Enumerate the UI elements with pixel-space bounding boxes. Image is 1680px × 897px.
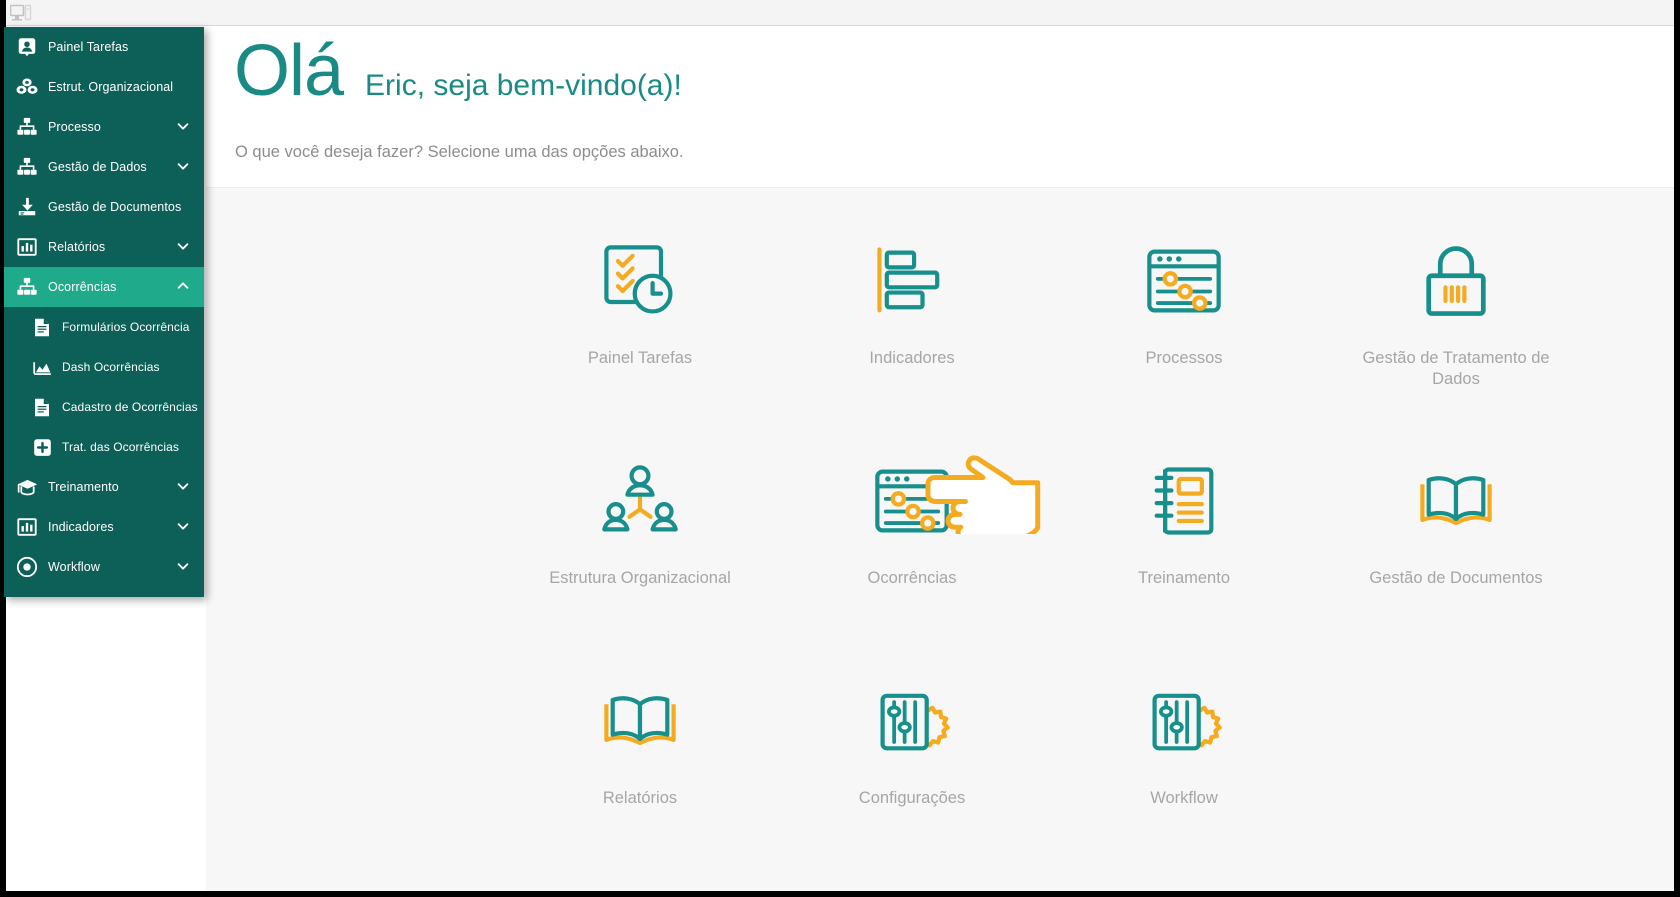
chevron-down-icon[interactable] xyxy=(176,479,196,496)
horizontal-bar-chart-icon xyxy=(870,233,954,329)
download-icon xyxy=(14,194,40,220)
sidebar-item-estrut-organizacional[interactable]: Estrut. Organizacional xyxy=(4,67,204,107)
window-sliders-icon xyxy=(1142,233,1226,329)
tile-ocorrencias[interactable]: Ocorrências xyxy=(776,428,1048,648)
hierarchy-icon xyxy=(14,274,40,300)
user-badge-icon xyxy=(14,34,40,60)
sidebar-item-label: Gestão de Documentos xyxy=(48,200,182,214)
chevron-up-icon[interactable] xyxy=(176,279,196,296)
tile-label: Ocorrências xyxy=(867,569,957,587)
greeting-username: Eric, seja bem-vindo(a)! xyxy=(365,69,682,102)
tile-row: Relatórios Configurações Workflow xyxy=(504,648,1594,868)
tile-row: Estrutura Organizacional Ocorrências Tre… xyxy=(504,428,1594,648)
tile-treinamento[interactable]: Treinamento xyxy=(1048,428,1320,648)
sidebar-item-formularios-ocorrencia[interactable]: Formulários Ocorrência xyxy=(4,307,204,347)
sidebar-item-gestao-de-documentos[interactable]: Gestão de Documentos xyxy=(4,187,204,227)
sidebar-item-trat-das-ocorrencias[interactable]: Trat. das Ocorrências xyxy=(4,427,204,467)
sliders-gear-icon xyxy=(1142,673,1226,769)
sidebar-item-label: Estrut. Organizacional xyxy=(48,80,174,94)
sidebar-item-label: Cadastro de Ocorrências xyxy=(62,400,198,414)
sidebar-item-ocorrencias[interactable]: Ocorrências xyxy=(4,267,204,307)
greeting-hello: Olá xyxy=(234,31,344,111)
tile-label: Estrutura Organizacional xyxy=(549,569,731,587)
frame-edge-bottom xyxy=(0,891,1680,897)
hierarchy-icon xyxy=(14,114,40,140)
sidebar-item-label: Ocorrências xyxy=(48,280,117,294)
bar-chart-icon xyxy=(14,234,40,260)
tile-label: Indicadores xyxy=(869,349,955,367)
tile-empty-slot xyxy=(1320,648,1592,868)
padlock-icon xyxy=(1414,233,1498,329)
chevron-down-icon[interactable] xyxy=(176,519,196,536)
chevron-down-icon[interactable] xyxy=(176,239,196,256)
sidebar-item-label: Indicadores xyxy=(48,520,114,534)
tile-gestao-de-documentos[interactable]: Gestão de Documentos xyxy=(1320,428,1592,648)
window-chrome-bar xyxy=(0,0,1680,26)
page-subtitle: O que você deseja fazer? Selecione uma d… xyxy=(235,143,684,161)
sidebar-item-painel-tarefas[interactable]: Painel Tarefas xyxy=(4,27,204,67)
bar-chart-icon xyxy=(14,514,40,540)
monitor-icon xyxy=(9,4,32,22)
sidebar-item-label: Gestão de Dados xyxy=(48,160,147,174)
tile-workflow[interactable]: Workflow xyxy=(1048,648,1320,868)
window-sliders-icon xyxy=(870,453,954,549)
sidebar-item-workflow[interactable]: Workflow xyxy=(4,547,204,587)
tile-relatorios[interactable]: Relatórios xyxy=(504,648,776,868)
sidebar-item-dash-ocorrencias[interactable]: Dash Ocorrências xyxy=(4,347,204,387)
sidebar-item-label: Workflow xyxy=(48,560,100,574)
tile-label: Gestão de Documentos xyxy=(1369,569,1543,587)
sidebar-item-relatorios[interactable]: Relatórios xyxy=(4,227,204,267)
open-book-icon xyxy=(1414,453,1498,549)
sidebar-item-processo[interactable]: Processo xyxy=(4,107,204,147)
tile-processos[interactable]: Processos xyxy=(1048,208,1320,428)
document-icon xyxy=(30,315,54,339)
sidebar-item-treinamento[interactable]: Treinamento xyxy=(4,467,204,507)
sidebar-item-label: Dash Ocorrências xyxy=(62,360,160,374)
tile-label: Workflow xyxy=(1150,789,1218,807)
tile-label: Configurações xyxy=(858,789,966,807)
sidebar-item-label: Painel Tarefas xyxy=(48,40,129,54)
area-chart-icon xyxy=(30,355,54,379)
plus-square-icon xyxy=(30,435,54,459)
sidebar-nav[interactable]: Painel Tarefas Estrut. Organizacional Pr… xyxy=(4,27,204,597)
main-content: Painel Tarefas Indicadores Processos Ges… xyxy=(206,187,1674,891)
chevron-down-icon[interactable] xyxy=(176,559,196,576)
tile-painel-tarefas[interactable]: Painel Tarefas xyxy=(504,208,776,428)
chevron-down-icon[interactable] xyxy=(176,159,196,176)
tile-label: Gestão de Tratamento de Dados xyxy=(1362,349,1550,388)
tile-indicadores[interactable]: Indicadores xyxy=(776,208,1048,428)
shortcut-tile-grid: Painel Tarefas Indicadores Processos Ges… xyxy=(504,208,1594,868)
target-icon xyxy=(14,554,40,580)
page-header: Olá Eric, seja bem-vindo(a)! O que você … xyxy=(206,27,1674,187)
document-icon xyxy=(30,395,54,419)
sidebar-item-indicadores[interactable]: Indicadores xyxy=(4,507,204,547)
chevron-down-icon[interactable] xyxy=(176,119,196,136)
greeting-row: Olá Eric, seja bem-vindo(a)! xyxy=(234,35,682,107)
notebook-icon xyxy=(1142,453,1226,549)
tile-row: Painel Tarefas Indicadores Processos Ges… xyxy=(504,208,1594,428)
app-root: Painel Tarefas Estrut. Organizacional Pr… xyxy=(0,0,1680,897)
tile-estrutura-organizacional[interactable]: Estrutura Organizacional xyxy=(504,428,776,648)
sidebar-item-cadastro-de-ocorrencias[interactable]: Cadastro de Ocorrências xyxy=(4,387,204,427)
frame-edge-right xyxy=(1674,0,1680,897)
tile-label: Treinamento xyxy=(1137,569,1230,587)
sidebar-item-label: Trat. das Ocorrências xyxy=(62,440,180,454)
tile-label: Processos xyxy=(1145,349,1223,367)
sidebar-item-label: Processo xyxy=(48,120,101,134)
sidebar-item-label: Treinamento xyxy=(48,480,119,494)
sidebar-item-label: Formulários Ocorrência xyxy=(62,320,190,334)
open-book-icon xyxy=(598,673,682,769)
tile-gestao-de-tratamento-de-dados[interactable]: Gestão de Tratamento de Dados xyxy=(1320,208,1592,428)
hierarchy-icon xyxy=(14,154,40,180)
blocks-icon xyxy=(14,74,40,100)
tile-configuracoes[interactable]: Configurações xyxy=(776,648,1048,868)
sliders-gear-icon xyxy=(870,673,954,769)
tile-label: Relatórios xyxy=(602,789,678,807)
checklist-clock-icon xyxy=(598,233,682,329)
sidebar-item-label: Relatórios xyxy=(48,240,106,254)
graduation-icon xyxy=(14,474,40,500)
tile-label: Painel Tarefas xyxy=(587,349,693,367)
sidebar-item-gestao-de-dados[interactable]: Gestão de Dados xyxy=(4,147,204,187)
org-chart-people-icon xyxy=(598,453,682,549)
